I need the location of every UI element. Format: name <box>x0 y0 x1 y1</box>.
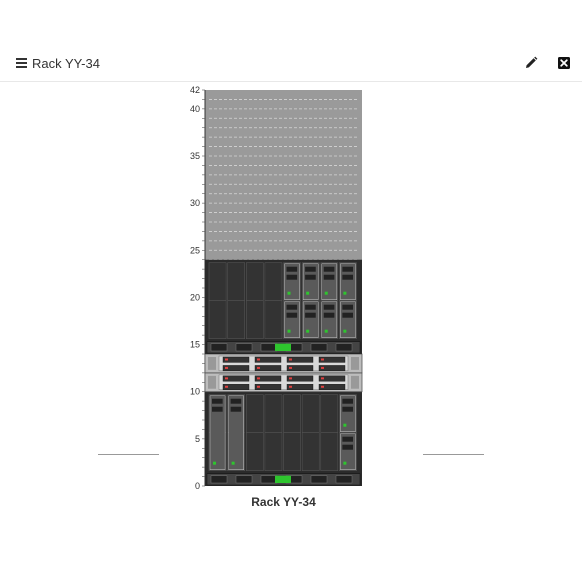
drive-led <box>321 366 324 369</box>
psu-slot <box>260 343 278 352</box>
blade-drive <box>305 304 316 310</box>
blade-drive <box>323 312 335 318</box>
blade-led <box>343 461 347 465</box>
blade-drive <box>323 266 335 272</box>
drive-led <box>225 358 228 361</box>
axis-tick-label: 5 <box>195 434 200 444</box>
blade-drive <box>286 312 298 318</box>
drive-led <box>257 385 260 388</box>
axis-tick-label: 40 <box>190 104 200 114</box>
blade-drive <box>212 398 223 404</box>
blade-led <box>324 291 328 295</box>
axis-tick-label: 35 <box>190 151 200 161</box>
drive-led <box>289 377 292 380</box>
drive-led <box>257 366 260 369</box>
drive-led <box>289 358 292 361</box>
blade-drive <box>342 398 353 404</box>
blade-led <box>306 329 310 333</box>
blade-led <box>287 329 291 333</box>
rack-ear <box>351 375 359 389</box>
psu-slot <box>310 343 328 352</box>
psu-slot <box>235 475 253 484</box>
rack-name-label: Rack YY-34 <box>251 495 316 509</box>
blade-drive <box>342 274 353 280</box>
blade-led <box>343 423 347 427</box>
blade-led <box>213 461 216 465</box>
drive-led <box>321 358 324 361</box>
drive-led <box>257 377 260 380</box>
drive-led <box>225 366 228 369</box>
blade-drive <box>323 274 335 280</box>
blade-drive <box>342 266 353 272</box>
axis-tick-label: 0 <box>195 481 200 491</box>
rack-view: 0 5 10 15 20 25 30 35 40 42 Rack YY-34 <box>0 0 582 582</box>
axis-tick-label: 15 <box>190 340 200 350</box>
axis-tick-label: 10 <box>190 387 200 397</box>
psu-slot <box>310 475 328 484</box>
blade-led <box>343 291 347 295</box>
psu-slot <box>335 475 353 484</box>
psu-slot <box>260 475 278 484</box>
blade-led <box>343 329 347 333</box>
psu-slot <box>210 475 228 484</box>
drive-led <box>321 377 324 380</box>
status-led <box>275 343 291 351</box>
psu-slot <box>210 343 228 352</box>
drive-led <box>225 377 228 380</box>
blade-drive <box>305 312 316 318</box>
blade-drive <box>305 266 316 272</box>
blade-drive <box>212 406 223 412</box>
drive-led <box>225 385 228 388</box>
blade-drive <box>342 444 353 450</box>
blade-led <box>287 291 291 295</box>
rack-ear <box>208 357 216 370</box>
psu-slot <box>235 343 253 352</box>
psu-slot <box>335 343 353 352</box>
blade-drive <box>286 304 298 310</box>
blade-drive <box>342 436 353 442</box>
blade-drive <box>286 274 298 280</box>
drive-led <box>289 385 292 388</box>
blade-drive <box>286 266 298 272</box>
blade-drive <box>230 398 242 404</box>
status-led <box>275 475 291 483</box>
drive-led <box>321 385 324 388</box>
blade-drive <box>342 312 353 318</box>
blade-drive <box>342 406 353 412</box>
blade-drive <box>305 274 316 280</box>
rack-ear <box>351 357 359 370</box>
axis-tick-label: 20 <box>190 292 200 302</box>
drive-led <box>257 358 260 361</box>
blade-drive <box>342 304 353 310</box>
blade-led <box>324 329 328 333</box>
drive-led <box>289 366 292 369</box>
blade-drive <box>323 304 335 310</box>
axis-tick-label: 42 <box>190 85 200 95</box>
axis-tick-label: 25 <box>190 245 200 255</box>
blade-drive <box>230 406 242 412</box>
blade-led <box>306 291 310 295</box>
axis-tick-label: 30 <box>190 198 200 208</box>
blade-led <box>231 461 235 465</box>
rack-ear <box>208 375 216 389</box>
